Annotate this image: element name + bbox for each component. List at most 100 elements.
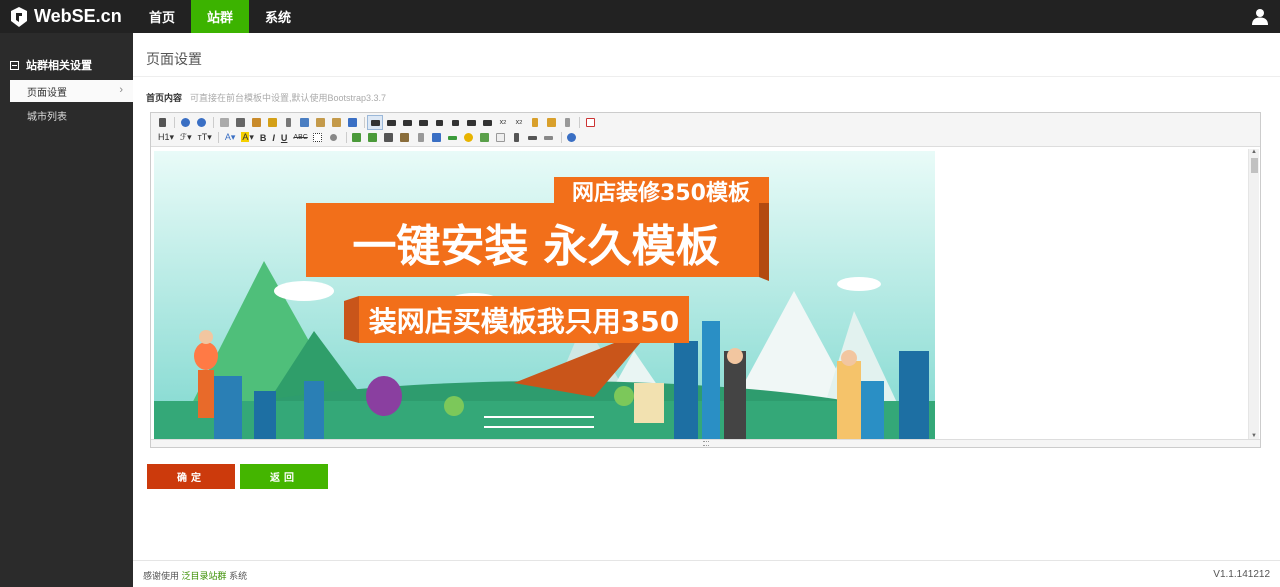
divider: [133, 76, 1280, 77]
link-icon[interactable]: [526, 131, 540, 144]
field-hint: 可直接在前台模板中设置,默认使用Bootstrap3.3.7: [190, 93, 387, 103]
toolbar-separator: [174, 117, 175, 128]
cut-icon[interactable]: [281, 116, 295, 129]
font-size-label: тT: [197, 132, 208, 142]
toolbar-separator: [579, 117, 580, 128]
sidebar-item-page-settings[interactable]: 页面设置 ›: [10, 80, 133, 102]
heading-label: H1: [158, 132, 170, 142]
align-left-icon[interactable]: [367, 115, 383, 130]
clear-format-icon[interactable]: [528, 116, 542, 129]
underline-button[interactable]: U: [278, 133, 291, 143]
logo-icon: [11, 6, 27, 27]
editor-content[interactable]: 网店装修350模板 一键安装 永久模板 装网店买模板我只用350 ▲ ▼: [152, 149, 1259, 439]
emoticon-icon[interactable]: [462, 131, 476, 144]
paste-text-icon[interactable]: [329, 116, 343, 129]
insert-table-icon[interactable]: [430, 131, 444, 144]
print-icon[interactable]: [233, 116, 247, 129]
resize-grip-icon[interactable]: [703, 441, 709, 446]
font-color-button[interactable]: A▾: [222, 132, 239, 143]
hr-icon[interactable]: [446, 131, 460, 144]
chevron-right-icon: ›: [119, 84, 123, 96]
map-icon[interactable]: [478, 131, 492, 144]
insert-image-icon[interactable]: [350, 131, 364, 144]
pointer-icon[interactable]: [560, 116, 574, 129]
nav-home[interactable]: 首页: [133, 0, 191, 33]
scroll-up-icon[interactable]: ▲: [1251, 149, 1257, 155]
footer-credit: 感谢使用 泛目录站群 系统: [143, 569, 247, 582]
eraser-icon[interactable]: [327, 131, 341, 144]
flash-icon[interactable]: [382, 131, 396, 144]
multi-image-icon[interactable]: [366, 131, 380, 144]
bold-button[interactable]: B: [257, 133, 270, 143]
help-icon[interactable]: [565, 131, 579, 144]
bg-color-button[interactable]: A▾: [238, 132, 257, 143]
brand-logo[interactable]: WebSE.cn: [0, 0, 133, 33]
redo-icon[interactable]: [194, 116, 208, 129]
italic-button[interactable]: I: [269, 133, 278, 143]
nav-site-group[interactable]: 站群: [191, 0, 250, 33]
fullscreen-icon[interactable]: [583, 116, 597, 129]
toolbar-separator: [345, 132, 347, 143]
template-icon[interactable]: [249, 116, 263, 129]
undo-icon[interactable]: [178, 116, 192, 129]
file-icon[interactable]: [414, 131, 428, 144]
field-label: 首页内容: [146, 93, 183, 103]
strikethrough-button[interactable]: ABC: [290, 134, 310, 141]
underline-label: U: [280, 132, 288, 143]
editor-toolbar: x2 x2 H1▾ ℱ▾ тT▾ A▾ A▾ B I U ABC: [151, 113, 1260, 147]
vertical-scrollbar[interactable]: ▲ ▼: [1248, 149, 1259, 439]
sidebar-group-header[interactable]: 站群相关设置: [0, 55, 133, 75]
outdent-icon[interactable]: [480, 116, 494, 129]
paste-word-icon[interactable]: [345, 116, 359, 129]
footer-link[interactable]: 泛目录站群: [182, 571, 227, 581]
banner-subline-text: 装网店买模板我只用350: [369, 305, 679, 338]
subscript-icon[interactable]: x2: [496, 116, 510, 129]
brand-name: WebSE.cn: [34, 6, 122, 26]
code-icon[interactable]: [265, 116, 279, 129]
source-icon[interactable]: [155, 116, 169, 129]
ordered-list-icon[interactable]: [432, 116, 446, 129]
font-family-label: ℱ: [180, 132, 188, 142]
editor-resize-bar[interactable]: [151, 439, 1260, 447]
sidebar-item-label: 城市列表: [27, 111, 67, 123]
toolbar-separator: [217, 132, 219, 143]
indent-icon[interactable]: [464, 116, 478, 129]
align-center-icon[interactable]: [384, 116, 398, 129]
footer-divider: [133, 560, 1280, 561]
user-icon[interactable]: [1252, 8, 1268, 25]
toolbar-separator: [560, 132, 562, 143]
banner-tag-text: 网店装修350模板: [572, 180, 751, 206]
nav-system[interactable]: 系统: [249, 0, 307, 33]
anchor-icon[interactable]: [510, 131, 524, 144]
banner-image: 网店装修350模板 一键安装 永久模板 装网店买模板我只用350: [154, 151, 935, 439]
code-block-icon[interactable]: [494, 131, 508, 144]
toolbar-row-1: x2 x2: [155, 115, 1256, 130]
rich-text-editor: x2 x2 H1▾ ℱ▾ тT▾ A▾ A▾ B I U ABC 网店装修350…: [150, 112, 1261, 448]
font-family-select[interactable]: ℱ▾: [177, 132, 195, 143]
paste-icon[interactable]: [313, 116, 327, 129]
sidebar-item-city-list[interactable]: 城市列表: [10, 104, 133, 126]
toolbar-separator: [213, 117, 214, 128]
page-title: 页面设置: [146, 51, 202, 67]
copy-icon[interactable]: [297, 116, 311, 129]
align-right-icon[interactable]: [400, 116, 414, 129]
bg-color-label: A: [241, 132, 250, 142]
strike-label: ABC: [293, 134, 308, 141]
scroll-thumb[interactable]: [1251, 158, 1258, 173]
unordered-list-icon[interactable]: [448, 116, 462, 129]
main-content: 页面设置 首页内容 可直接在前台模板中设置,默认使用Bootstrap3.3.7: [133, 33, 1280, 587]
select-all-icon[interactable]: [544, 116, 558, 129]
unlink-icon[interactable]: [542, 131, 556, 144]
heading-select[interactable]: H1▾: [155, 132, 177, 143]
superscript-icon[interactable]: x2: [512, 116, 526, 129]
back-button[interactable]: 返回: [240, 464, 328, 489]
sidebar: 站群相关设置 页面设置 › 城市列表: [0, 33, 133, 587]
italic-label: I: [272, 132, 275, 143]
table-icon[interactable]: [311, 131, 325, 144]
font-size-select[interactable]: тT▾: [195, 132, 215, 143]
confirm-button[interactable]: 确定: [147, 464, 235, 489]
media-icon[interactable]: [398, 131, 412, 144]
bold-label: B: [259, 132, 267, 143]
align-justify-icon[interactable]: [416, 116, 430, 129]
preview-icon[interactable]: [217, 116, 231, 129]
